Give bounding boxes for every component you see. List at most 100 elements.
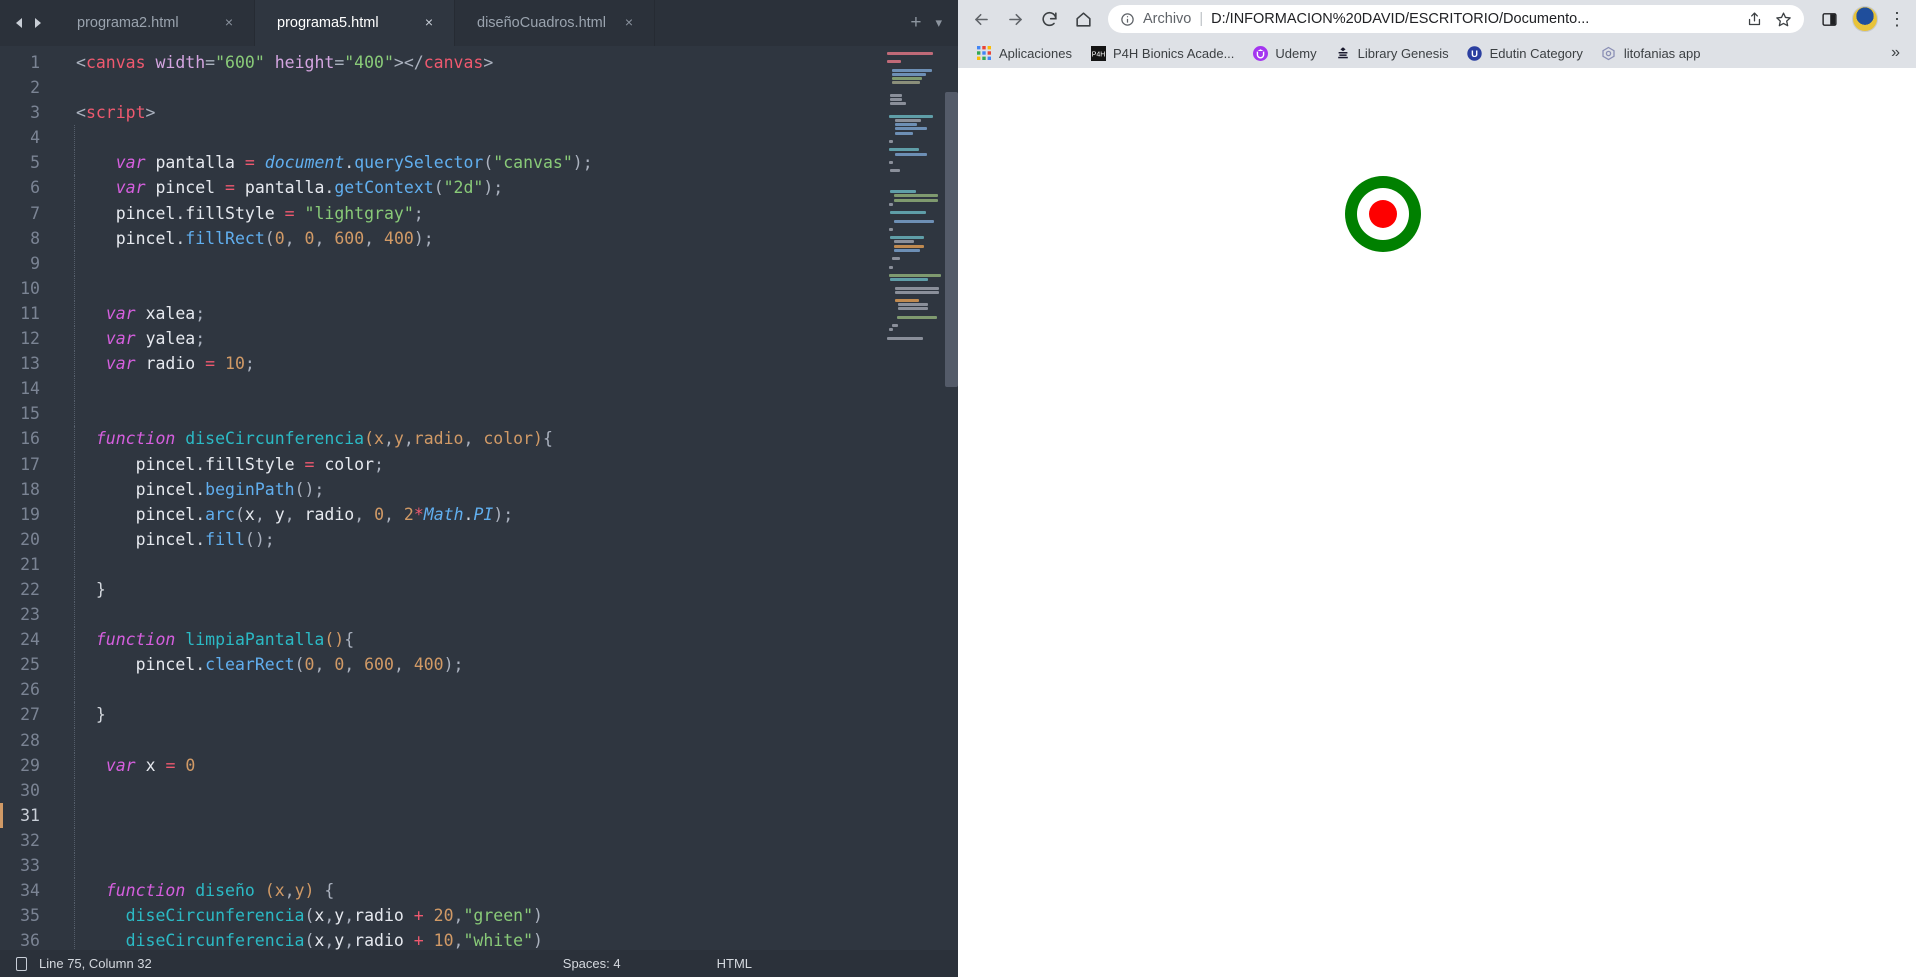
editor-tab[interactable]: diseñoCuadros.html × xyxy=(455,0,655,46)
code-line[interactable]: 13 var radio = 10; xyxy=(0,351,880,377)
code-line[interactable]: 26 xyxy=(0,677,880,703)
bookmark-item[interactable]: litofanias app xyxy=(1593,41,1709,65)
close-icon[interactable]: × xyxy=(220,14,238,32)
code-line[interactable]: 15 xyxy=(0,401,880,427)
remote-window-icon[interactable] xyxy=(16,956,27,971)
code-line[interactable]: 21 xyxy=(0,551,880,577)
code-line[interactable]: 8 pincel.fillRect(0, 0, 600, 400); xyxy=(0,225,880,251)
code-line[interactable]: 11 var xalea; xyxy=(0,300,880,327)
bookmark-item[interactable]: Aplicaciones xyxy=(968,41,1080,65)
editor-tab[interactable]: programa5.html × xyxy=(255,0,455,46)
code-line[interactable]: 3 <script> xyxy=(0,100,880,125)
line-number: 16 xyxy=(20,429,40,449)
address-bar[interactable]: Archivo | D:/INFORMACION%20DAVID/ESCRITO… xyxy=(1108,5,1804,33)
bookmark-item[interactable]: Udemy xyxy=(1244,41,1324,65)
code-line[interactable]: 30 xyxy=(0,777,880,803)
editor-status-bar: Line 75, Column 32 Spaces: 4 HTML xyxy=(0,950,958,977)
cursor-position-status[interactable]: Line 75, Column 32 xyxy=(39,956,152,971)
code-token: x xyxy=(274,881,285,901)
nav-back-icon[interactable] xyxy=(14,17,25,29)
code-line-text: } xyxy=(56,576,106,603)
code-line[interactable]: 7 pincel.fillStyle = "lightgray"; xyxy=(0,200,880,226)
editor-scrollbar[interactable] xyxy=(945,92,958,387)
code-line[interactable]: 12 var yalea; xyxy=(0,326,880,352)
indentation-status[interactable]: Spaces: 4 xyxy=(563,956,621,971)
minimap-line xyxy=(893,194,938,198)
code-line-text xyxy=(56,602,76,628)
browser-window: Archivo | D:/INFORMACION%20DAVID/ESCRITO… xyxy=(958,0,1916,977)
indent-guide xyxy=(74,275,75,301)
page-info-icon[interactable] xyxy=(1120,12,1135,27)
reload-icon[interactable] xyxy=(1034,4,1064,34)
profile-avatar[interactable] xyxy=(1852,6,1878,32)
code-line-text: <script> xyxy=(56,100,155,125)
close-icon[interactable]: × xyxy=(420,14,438,32)
code-line[interactable]: 17 pincel.fillStyle = color; xyxy=(0,451,880,477)
code-token: pantalla xyxy=(244,178,325,198)
code-line[interactable]: 14 xyxy=(0,376,880,402)
language-mode-status[interactable]: HTML xyxy=(717,956,752,971)
bookmark-star-icon[interactable] xyxy=(1775,11,1792,28)
code-line[interactable]: 2 xyxy=(0,75,880,100)
code-line[interactable]: 25 pincel.clearRect(0, 0, 600, 400); xyxy=(0,652,880,678)
editor-tab-nav[interactable] xyxy=(0,0,55,46)
code-line[interactable]: 16 function diseCircunferencia(x,y,radio… xyxy=(0,426,880,452)
bookmarks-overflow-button[interactable]: » xyxy=(1885,44,1906,62)
line-number: 8 xyxy=(30,228,40,248)
share-icon[interactable] xyxy=(1746,11,1763,28)
code-line[interactable]: 4 xyxy=(0,125,880,151)
code-token: y xyxy=(393,429,404,449)
code-line[interactable]: 20 pincel.fill(); xyxy=(0,526,880,552)
code-line[interactable]: 23 xyxy=(0,602,880,628)
code-line[interactable]: 18 pincel.beginPath(); xyxy=(0,476,880,502)
bookmark-item[interactable]: P4H P4H Bionics Acade... xyxy=(1082,41,1242,65)
back-arrow-icon[interactable] xyxy=(966,4,996,34)
code-line[interactable]: 36 diseCircunferencia(x,y,radio + 10,"wh… xyxy=(0,928,880,950)
code-line[interactable]: 19 pincel.arc(x, y, radio, 0, 2*Math.PI)… xyxy=(0,501,880,527)
bookmark-item[interactable]: U Edutin Category xyxy=(1459,41,1591,65)
code-line[interactable]: 22 } xyxy=(0,576,880,603)
code-line-text: pincel.beginPath(); xyxy=(56,476,324,502)
svg-text:U: U xyxy=(1471,49,1478,60)
code-token: , xyxy=(393,655,414,675)
code-line[interactable]: 27 } xyxy=(0,702,880,728)
forward-arrow-icon[interactable] xyxy=(1000,4,1030,34)
code-line[interactable]: 1 <canvas width="600" height="400"></canv… xyxy=(0,50,880,75)
home-icon[interactable] xyxy=(1068,4,1098,34)
code-line[interactable]: 5 var pantalla = document.querySelector(… xyxy=(0,150,880,176)
url-text[interactable]: D:/INFORMACION%20DAVID/ESCRITORIO/Docume… xyxy=(1211,11,1732,27)
tab-dropdown-button[interactable]: ▾ xyxy=(935,15,942,31)
code-line[interactable]: 32 xyxy=(0,827,880,853)
code-line[interactable]: 35 diseCircunferencia(x,y,radio + 20,"gr… xyxy=(0,903,880,929)
code-token: xalea xyxy=(145,303,196,323)
indent-guide xyxy=(74,300,75,327)
code-line[interactable]: 9 xyxy=(0,250,880,276)
code-line[interactable]: 31 xyxy=(0,802,880,828)
side-panel-icon[interactable] xyxy=(1814,4,1844,34)
code-token: script xyxy=(85,103,146,123)
code-line[interactable]: 33 xyxy=(0,853,880,879)
close-icon[interactable]: × xyxy=(620,14,638,32)
indent-guide xyxy=(74,426,75,452)
code-token: { xyxy=(344,630,355,650)
code-line[interactable]: 29 var x = 0 xyxy=(0,752,880,778)
nav-forward-icon[interactable] xyxy=(32,17,43,29)
code-line[interactable]: 24 function limpiaPantalla(){ xyxy=(0,627,880,653)
code-text-area[interactable]: 1 <canvas width="600" height="400"></canv… xyxy=(0,46,880,950)
code-line[interactable]: 10 xyxy=(0,275,880,301)
new-tab-button[interactable]: + xyxy=(910,12,921,34)
editor-minimap[interactable] xyxy=(880,46,958,950)
code-line[interactable]: 34 function diseño (x,y) { xyxy=(0,878,880,904)
code-line[interactable]: 6 var pincel = pantalla.getContext("2d")… xyxy=(0,175,880,201)
bookmark-item[interactable]: Library Genesis xyxy=(1327,41,1457,65)
browser-menu-button[interactable]: ⋮ xyxy=(1886,4,1908,34)
code-token: pincel xyxy=(135,454,196,474)
indent-guide xyxy=(74,526,75,552)
editor-tab[interactable]: programa2.html × xyxy=(55,0,255,46)
editor-tab-label: programa2.html xyxy=(77,15,179,31)
code-line[interactable]: 28 xyxy=(0,727,880,753)
line-number: 35 xyxy=(20,906,40,926)
